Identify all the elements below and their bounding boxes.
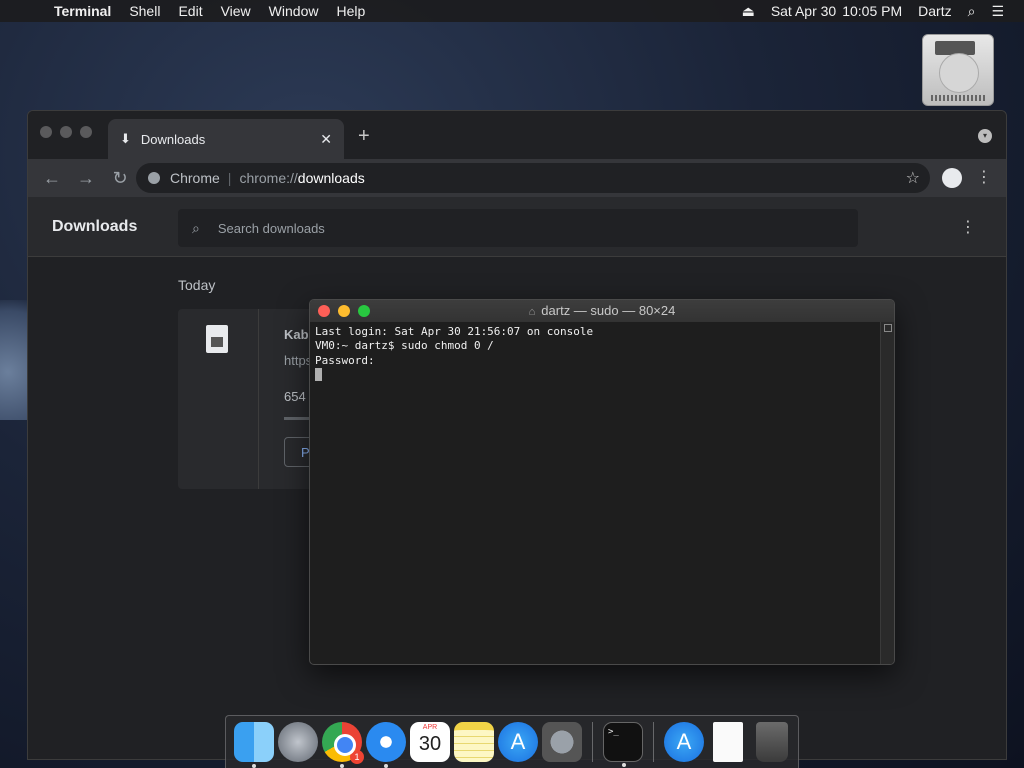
hd-disk	[939, 53, 979, 93]
tab-search-icon[interactable]: ▾	[978, 129, 992, 143]
menu-extras: ⏏ Sat Apr 30 10:05 PM Dartz ⌕ ☰	[726, 3, 1024, 20]
system-preferences-icon[interactable]	[542, 722, 582, 762]
terminal-output[interactable]: Last login: Sat Apr 30 21:56:07 on conso…	[310, 322, 880, 664]
tab-downloads[interactable]: ⬇ Downloads ✕	[108, 119, 344, 159]
tab-strip: ⬇ Downloads ✕ + ▾	[28, 111, 1006, 159]
reload-button[interactable]: ↻	[110, 168, 130, 189]
browser-menu-icon[interactable]: ⋮	[976, 167, 992, 187]
terminal-line: Last login: Sat Apr 30 21:56:07 on conso…	[315, 325, 594, 338]
profile-avatar-icon[interactable]	[942, 168, 962, 188]
section-label: Today	[178, 277, 216, 293]
running-indicator	[622, 763, 626, 767]
terminal-line: VM0:~ dartz$ sudo chmod 0 /	[315, 339, 494, 353]
finder-icon[interactable]	[234, 722, 274, 768]
running-indicator	[384, 764, 388, 768]
calendar-month: APR	[422, 724, 438, 731]
terminal-cursor	[315, 368, 322, 382]
back-button[interactable]: ←	[42, 168, 62, 189]
notification-center-icon[interactable]: ☰	[991, 3, 1004, 20]
running-indicator	[340, 764, 344, 768]
launchpad-icon[interactable]	[278, 722, 318, 762]
forward-button[interactable]: →	[76, 168, 96, 189]
site-label: Chrome	[170, 170, 220, 186]
document-icon[interactable]	[713, 722, 743, 762]
notes-icon[interactable]	[454, 722, 494, 762]
scrollbar-thumb[interactable]	[884, 324, 892, 332]
browser-toolbar: ← → ↻ Chrome | chrome:// downloads ☆ ⋮	[28, 159, 1006, 197]
menu-help[interactable]: Help	[336, 3, 365, 19]
app-menu[interactable]: Terminal	[54, 3, 111, 19]
dock-separator	[592, 722, 593, 762]
terminal-glyph: >_	[608, 727, 619, 737]
tab-title: Downloads	[140, 131, 206, 147]
trash-icon[interactable]	[756, 722, 788, 762]
terminal-title: dartz — sudo — 80×24	[541, 303, 676, 318]
spotlight-icon[interactable]: ⌕	[968, 3, 976, 20]
search-downloads-box[interactable]: ⌕	[178, 209, 858, 247]
close-window-button[interactable]	[40, 126, 52, 138]
window-controls	[40, 126, 100, 138]
minimize-window-button[interactable]	[60, 126, 72, 138]
eject-icon[interactable]: ⏏	[742, 3, 755, 20]
chrome-icon[interactable]: 1	[322, 722, 364, 768]
file-icon[interactable]	[206, 325, 228, 353]
running-indicator	[252, 764, 256, 768]
zoom-window-button[interactable]	[80, 126, 92, 138]
close-tab-icon[interactable]: ✕	[320, 131, 332, 148]
terminal-line: Password:	[315, 353, 375, 367]
calendar-icon[interactable]: APR 30	[410, 722, 450, 762]
chrome-badge: 1	[350, 750, 364, 764]
menu-shell[interactable]: Shell	[129, 3, 160, 19]
url-path: downloads	[297, 170, 365, 186]
card-divider	[258, 309, 259, 489]
calendar-day: 30	[418, 733, 442, 755]
menu-time[interactable]: 10:05 PM	[842, 3, 902, 19]
dock-separator	[653, 722, 654, 762]
search-icon: ⌕	[192, 219, 200, 236]
omnibox-separator: |	[227, 170, 232, 186]
menu-edit[interactable]: Edit	[178, 3, 202, 19]
terminal-zoom-button[interactable]	[358, 305, 370, 317]
url-scheme: chrome://	[239, 170, 298, 186]
download-icon: ⬇	[120, 131, 131, 146]
downloads-header: Downloads ⌕ ⋮	[28, 197, 1006, 257]
menu-window[interactable]: Window	[269, 3, 319, 19]
hard-drive-icon[interactable]	[922, 34, 994, 106]
app-store-icon[interactable]: A	[498, 722, 538, 762]
terminal-window[interactable]: ⌂ dartz — sudo — 80×24 Last login: Sat Ap…	[309, 299, 895, 665]
menu-view[interactable]: View	[221, 3, 251, 19]
page-title: Downloads	[52, 217, 138, 235]
terminal-close-button[interactable]	[318, 305, 330, 317]
terminal-minimize-button[interactable]	[338, 305, 350, 317]
search-input[interactable]	[217, 220, 798, 236]
terminal-title-bar[interactable]: ⌂ dartz — sudo — 80×24	[310, 300, 894, 322]
app-store-downloads-icon[interactable]: A	[664, 722, 704, 762]
menu-user[interactable]: Dartz	[918, 3, 951, 19]
terminal-scrollbar[interactable]	[880, 322, 894, 664]
terminal-icon[interactable]: >_	[603, 722, 643, 767]
chrome-site-icon	[148, 172, 160, 184]
bookmark-star-icon[interactable]: ☆	[906, 168, 920, 188]
downloads-menu-icon[interactable]: ⋮	[960, 217, 976, 237]
dock: 1 APR 30 A >_ A	[225, 715, 799, 768]
address-bar[interactable]: Chrome | chrome:// downloads ☆	[136, 163, 930, 193]
safari-icon[interactable]	[366, 722, 406, 768]
home-icon: ⌂	[528, 306, 536, 318]
menu-bar: Terminal Shell Edit View Window Help ⏏ S…	[0, 0, 1024, 22]
new-tab-button[interactable]: +	[358, 125, 370, 148]
menu-date[interactable]: Sat Apr 30	[771, 3, 836, 19]
hd-vent	[931, 95, 987, 101]
